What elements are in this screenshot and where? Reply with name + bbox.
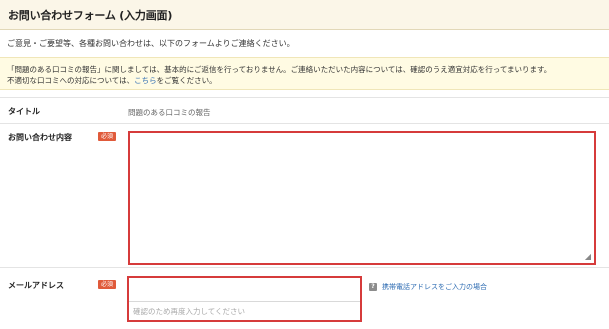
form-header: お問い合わせフォーム (入力画面)	[0, 0, 609, 30]
notice-line-2: 不適切な口コミへの対応については、こちらをご覧ください。	[7, 75, 609, 86]
notice-link[interactable]: こちら	[134, 76, 157, 85]
title-row: タイトル 問題のある口コミの報告	[0, 97, 609, 124]
resize-grip-icon[interactable]: ◢	[585, 253, 591, 261]
question-icon: ?	[369, 283, 377, 291]
notice-line-2-post: をご覧ください。	[156, 76, 217, 85]
message-row: お問い合わせ内容 必須 ◢	[0, 124, 609, 268]
title-value: 問題のある口コミの報告	[128, 108, 211, 117]
mobile-help-link[interactable]: ? 携帯電話アドレスをご入力の場合	[369, 282, 487, 292]
required-badge: 必須	[98, 280, 116, 289]
title-label: タイトル	[8, 107, 40, 116]
page-title: お問い合わせフォーム (入力画面)	[8, 8, 173, 22]
email-row: メールアドレス 必須 確認のため再度入力してください ? 携帯電話アドレスをご入…	[0, 268, 609, 329]
required-badge: 必須	[98, 132, 116, 141]
intro-text: ご意見・ご要望等、各種お問い合わせは、以下のフォームよりご連絡ください。	[7, 39, 295, 48]
email-field[interactable]	[129, 278, 360, 301]
notice-line-2-pre: 不適切な口コミへの対応については、	[7, 76, 135, 85]
notice-line-1: 「問題のある口コミの報告」に関しましては、基本的にご返信を行っておりません。ご連…	[7, 65, 552, 74]
notice-box: 「問題のある口コミの報告」に関しましては、基本的にご返信を行っておりません。ご連…	[0, 57, 609, 90]
email-confirm-field[interactable]: 確認のため再度入力してください	[133, 306, 245, 317]
help-link-text[interactable]: 携帯電話アドレスをご入力の場合	[382, 282, 487, 292]
message-label: お問い合わせ内容	[8, 133, 72, 142]
email-label: メールアドレス	[8, 281, 64, 290]
divider	[129, 301, 360, 302]
message-textarea[interactable]: ◢	[128, 131, 596, 265]
email-field-group: 確認のため再度入力してください	[127, 276, 362, 322]
